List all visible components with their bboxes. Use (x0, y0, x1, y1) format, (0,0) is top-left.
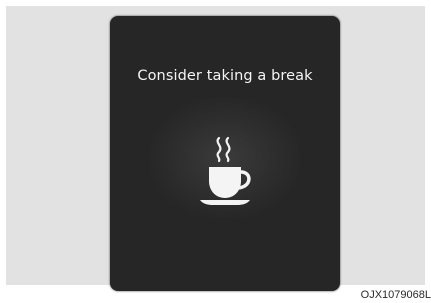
cluster-display: Consider taking a break (110, 16, 340, 291)
coffee-cup-icon (200, 136, 251, 205)
break-message: Consider taking a break (137, 68, 313, 84)
figure-code: OJX1079068L (360, 289, 431, 301)
figure-frame: Consider taking a break OJX1079068L (0, 0, 431, 303)
